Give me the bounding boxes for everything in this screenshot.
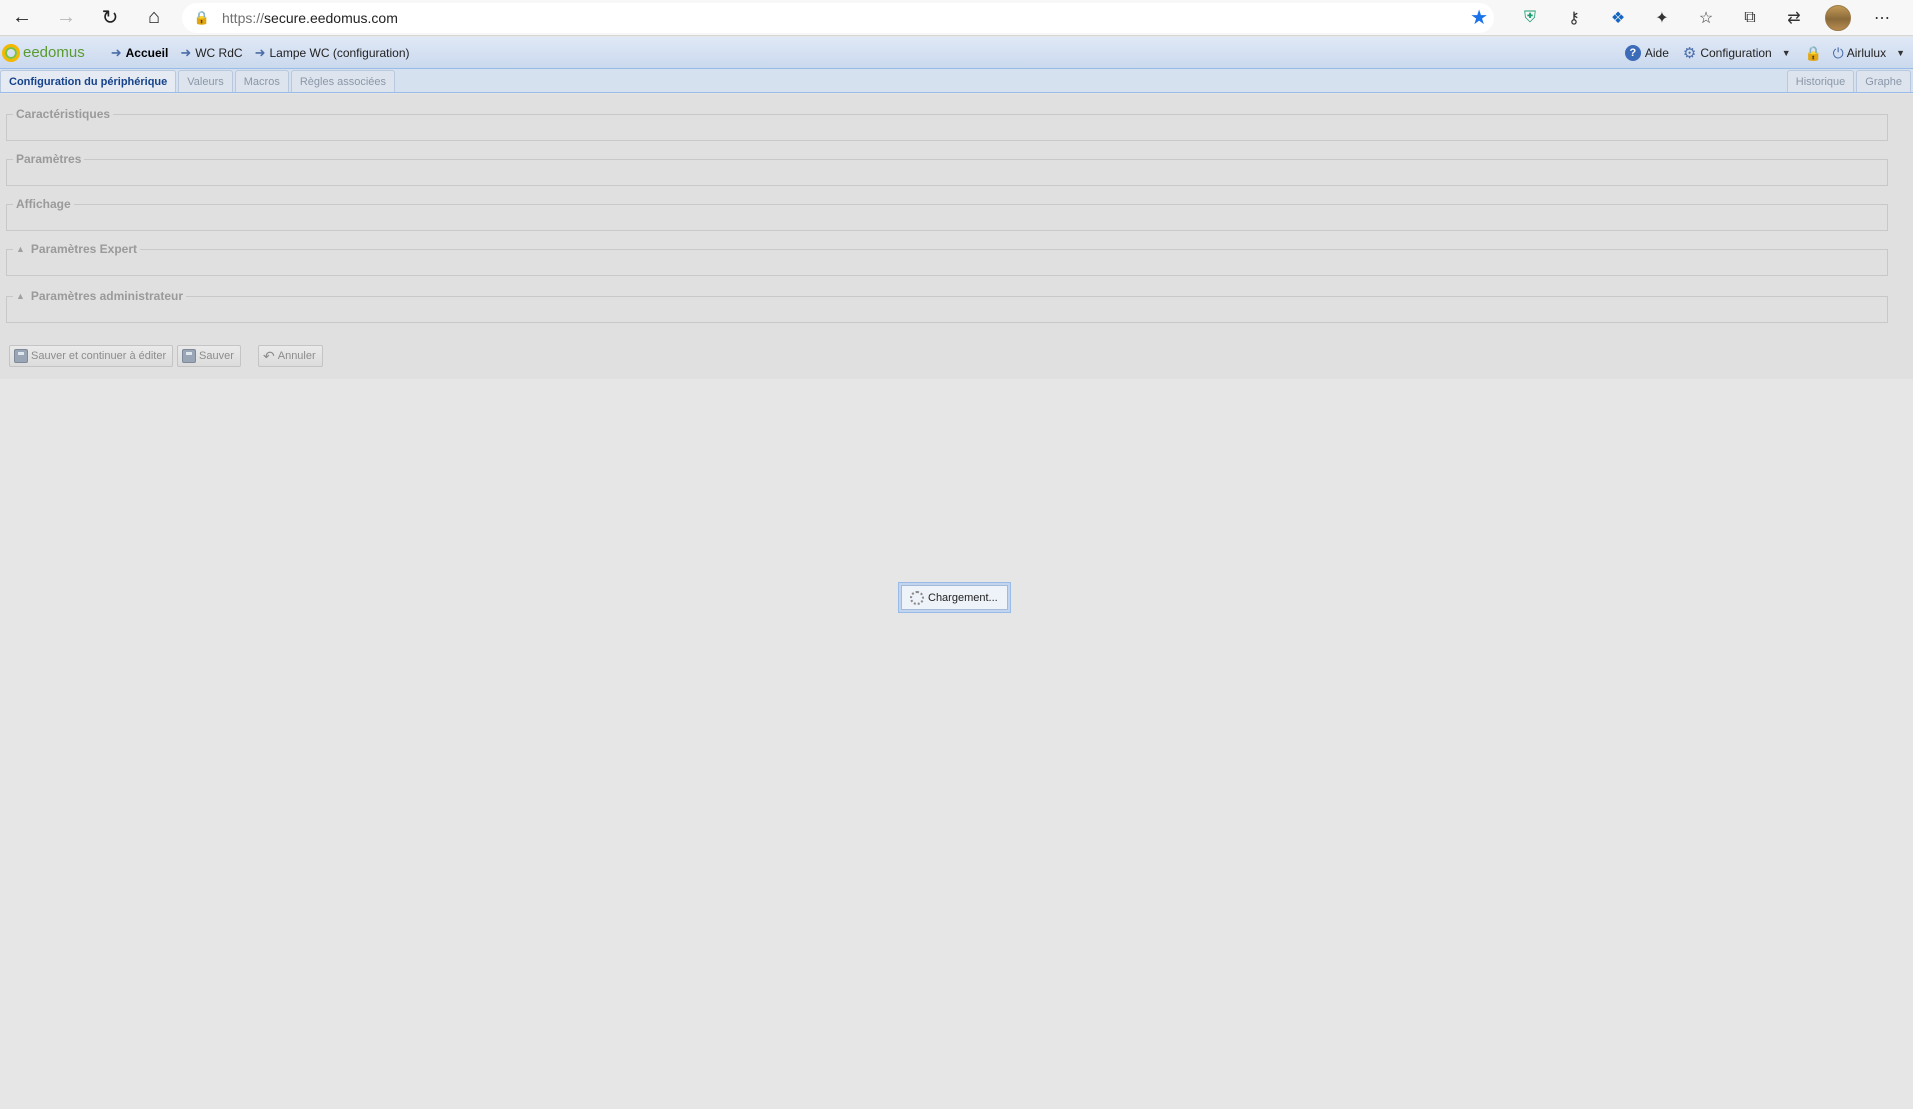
logo-text: eedomus: [23, 44, 85, 61]
lock-icon: 🔒: [193, 10, 211, 25]
help-button[interactable]: ? Aide: [1624, 45, 1669, 61]
section-parameters: Paramètres: [6, 152, 1888, 186]
save-button[interactable]: Sauver: [177, 345, 241, 367]
url-host: secure.eedomus.com: [264, 10, 398, 26]
section-admin-parameters[interactable]: ▲ Paramètres administrateur: [6, 289, 1888, 323]
logo-ring-icon: [2, 43, 20, 62]
arrow-right-icon: ➜: [180, 44, 192, 60]
lock-button[interactable]: 🔒: [1804, 45, 1823, 61]
key-icon[interactable]: ⚷: [1552, 0, 1596, 36]
section-characteristics: Caractéristiques: [6, 107, 1888, 141]
reload-icon: ↻: [101, 7, 119, 29]
breadcrumb-label: Lampe WC (configuration): [269, 45, 410, 60]
avatar: [1825, 5, 1851, 31]
cancel-button[interactable]: ↶ Annuler: [258, 345, 323, 367]
ellipsis-icon[interactable]: ⋯: [1860, 0, 1904, 36]
back-button[interactable]: ←: [0, 0, 44, 36]
floppy-disk-icon: [182, 349, 196, 363]
favorite-star-icon[interactable]: ★: [1470, 7, 1488, 29]
chevron-down-icon: ▼: [1781, 48, 1791, 58]
tab-values[interactable]: Valeurs: [178, 70, 233, 92]
browser-toolbar: ← → ↻ ⌂ 🔒 https://secure.eedomus.com ★ ⛨…: [0, 0, 1913, 36]
section-display: Affichage: [6, 197, 1888, 231]
arrow-right-icon: →: [56, 6, 76, 28]
device-config-form: Caractéristiques Paramètres Affichage ▲ P…: [0, 94, 1913, 379]
shield-icon[interactable]: ⛨: [1508, 0, 1552, 36]
reload-button[interactable]: ↻: [88, 0, 132, 36]
configuration-menu[interactable]: ⚙ Configuration ▼: [1683, 44, 1791, 62]
arrow-left-icon: ←: [12, 6, 32, 28]
url-text: https://secure.eedomus.com: [222, 10, 398, 26]
triangle-up-icon: ▲: [16, 244, 25, 254]
favorites-icon[interactable]: ☆: [1684, 0, 1728, 36]
gecko-icon[interactable]: ❖: [1596, 0, 1640, 36]
tab-configuration[interactable]: Configuration du périphérique: [0, 70, 177, 92]
undo-icon: ↶: [263, 347, 275, 364]
tab-graph[interactable]: Graphe: [1856, 70, 1911, 92]
arrow-right-icon: ➜: [110, 44, 122, 60]
tab-history[interactable]: Historique: [1786, 70, 1855, 92]
eedomus-logo[interactable]: eedomus: [2, 43, 85, 62]
loading-text: Chargement...: [928, 591, 998, 604]
help-label: Aide: [1644, 46, 1669, 60]
home-icon: ⌂: [147, 6, 161, 28]
spinner-icon: [910, 590, 924, 605]
section-legend[interactable]: ▲ Paramètres administrateur: [13, 289, 186, 303]
save-continue-button[interactable]: Sauver et continuer à éditer: [9, 345, 174, 367]
extension-icons: ⛨ ⚷ ❖ ✦ ☆ ⧉ ⇄ ⋯: [1508, 0, 1904, 36]
breadcrumb-room[interactable]: ➜ WC RdC: [180, 45, 242, 61]
collections-icon[interactable]: ⧉: [1728, 0, 1772, 36]
power-icon: ⏻: [1832, 44, 1844, 61]
triangle-up-icon: ▲: [16, 291, 25, 301]
user-label: Airlulux: [1846, 46, 1887, 60]
address-bar[interactable]: 🔒 https://secure.eedomus.com ★: [182, 3, 1494, 33]
home-button[interactable]: ⌂: [132, 0, 176, 36]
button-label: Sauver et continuer à éditer: [31, 350, 167, 362]
configuration-label: Configuration: [1700, 46, 1772, 60]
tab-macros[interactable]: Macros: [234, 70, 289, 92]
chevron-down-icon: ▼: [1896, 48, 1905, 58]
breadcrumb-home[interactable]: ➜ Accueil: [111, 45, 169, 61]
breadcrumb-label: Accueil: [125, 45, 169, 60]
section-expert-parameters[interactable]: ▲ Paramètres Expert: [6, 242, 1888, 276]
user-menu[interactable]: ⏻ Airlulux ▼: [1833, 45, 1905, 62]
tab-rules[interactable]: Règles associées: [290, 70, 396, 92]
section-legend: Paramètres: [13, 152, 85, 166]
section-legend[interactable]: ▲ Paramètres Expert: [13, 242, 140, 256]
breadcrumb-label: WC RdC: [195, 45, 243, 60]
arrow-right-icon: ➜: [254, 44, 266, 60]
help-icon: ?: [1624, 45, 1641, 61]
tab-strip-right: Historique Graphe: [1785, 70, 1911, 92]
puzzle-icon[interactable]: ✦: [1640, 0, 1684, 36]
sync-icon[interactable]: ⇄: [1772, 0, 1816, 36]
tab-strip: Configuration du périphérique Valeurs Ma…: [0, 69, 1913, 93]
url-scheme: https://: [222, 10, 265, 26]
app-header: eedomus ➜ Accueil ➜ WC RdC ➜ Lampe WC (c…: [0, 37, 1913, 69]
header-right: ? Aide ⚙ Configuration ▼ 🔒 ⏻ Airlulux ▼: [1611, 37, 1905, 69]
forward-button[interactable]: →: [44, 0, 88, 36]
gear-icon: ⚙: [1682, 45, 1697, 62]
padlock-icon: 🔒: [1804, 45, 1823, 61]
loading-box: Chargement...: [901, 585, 1008, 610]
section-legend: Caractéristiques: [13, 107, 114, 121]
breadcrumb-device[interactable]: ➜ Lampe WC (configuration): [255, 45, 410, 61]
button-label: Sauver: [199, 350, 234, 362]
floppy-disk-icon: [14, 349, 28, 363]
profile-avatar[interactable]: [1816, 0, 1860, 36]
loading-mask: Chargement...: [898, 582, 1011, 613]
section-legend: Affichage: [13, 197, 74, 211]
button-label: Annuler: [277, 350, 316, 362]
